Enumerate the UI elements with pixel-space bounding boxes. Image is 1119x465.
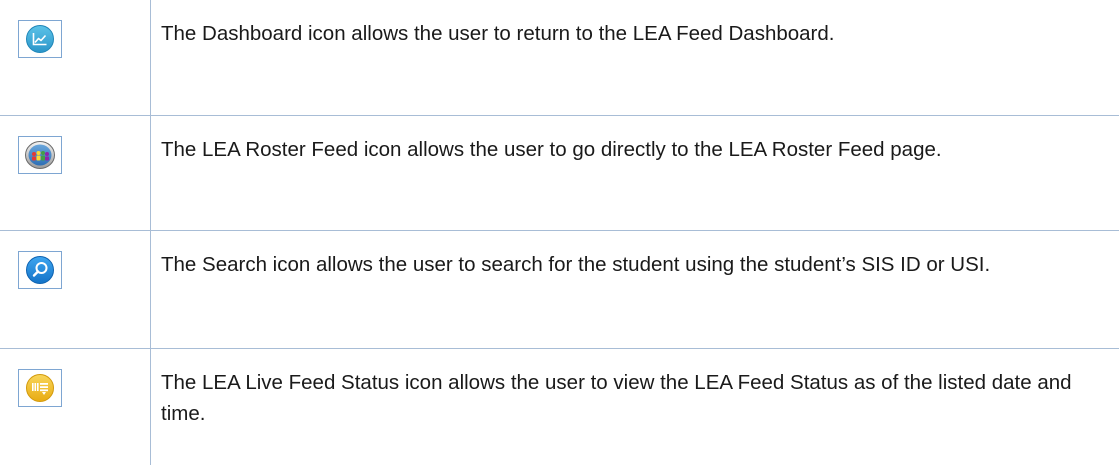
table-row: The LEA Live Feed Status icon allows the… <box>0 348 1119 465</box>
icon-reference-table: The Dashboard icon allows the user to re… <box>0 0 1119 465</box>
description-cell: The Search icon allows the user to searc… <box>150 230 1119 349</box>
table-row: The Search icon allows the user to searc… <box>0 230 1119 349</box>
roster-feed-description: The LEA Roster Feed icon allows the user… <box>161 138 942 161</box>
icon-cell <box>0 348 151 465</box>
description-cell: The LEA Live Feed Status icon allows the… <box>150 348 1119 465</box>
description-cell: The LEA Roster Feed icon allows the user… <box>150 115 1119 231</box>
search-icon <box>25 255 55 285</box>
live-feed-status-icon <box>25 373 55 403</box>
icon-cell <box>0 115 151 231</box>
icon-frame <box>18 20 62 58</box>
table-row: The LEA Roster Feed icon allows the user… <box>0 115 1119 231</box>
icon-frame <box>18 369 62 407</box>
dashboard-icon <box>25 24 55 54</box>
icon-cell <box>0 230 151 349</box>
icon-frame <box>18 251 62 289</box>
live-feed-status-description: The LEA Live Feed Status icon allows the… <box>161 371 1072 425</box>
description-cell: The Dashboard icon allows the user to re… <box>150 0 1119 116</box>
icon-frame <box>18 136 62 174</box>
table-row: The Dashboard icon allows the user to re… <box>0 0 1119 116</box>
icon-cell <box>0 0 151 116</box>
search-description: The Search icon allows the user to searc… <box>161 253 991 276</box>
roster-feed-icon <box>24 140 56 170</box>
dashboard-description: The Dashboard icon allows the user to re… <box>161 22 835 45</box>
